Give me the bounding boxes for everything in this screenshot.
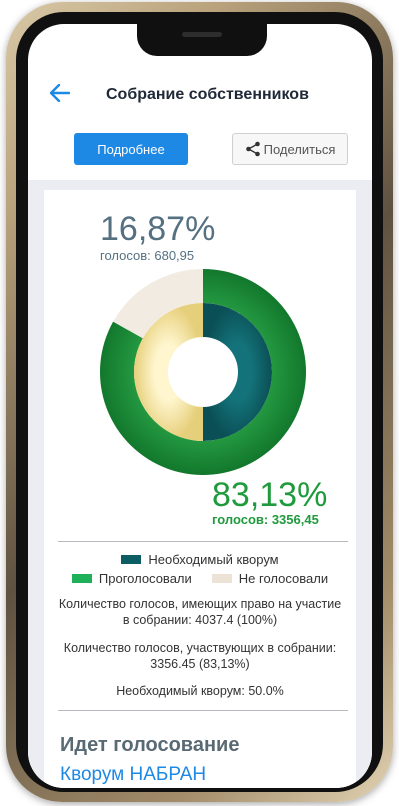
app-screen: Собрание собственников Подробнее Поделит…	[28, 24, 372, 788]
share-icon	[245, 141, 260, 157]
voted-votes: голосов: 3356,45	[212, 512, 319, 527]
legend-item-quorum: Необходимый кворум	[121, 552, 279, 567]
speaker-grille	[182, 32, 222, 37]
legend-label-voted: Проголосовали	[98, 571, 192, 586]
legend-label-quorum: Необходимый кворум	[148, 552, 279, 567]
content-area: 16,87% голосов: 680,95 83,13% голосов: 3…	[28, 180, 372, 788]
legend-row-2: Проголосовали Не голосовали	[44, 571, 356, 586]
divider-bottom	[58, 710, 348, 711]
share-button-label: Поделиться	[263, 141, 336, 157]
phone-notch	[137, 24, 267, 56]
details-button[interactable]: Подробнее	[74, 133, 188, 165]
divider-top	[58, 541, 348, 542]
results-card: 16,87% голосов: 680,95 83,13% голосов: 3…	[44, 190, 356, 788]
quorum-status: Кворум НАБРАН	[60, 764, 207, 785]
legend-label-not-voted: Не голосовали	[238, 571, 329, 586]
legend-item-voted: Проголосовали	[71, 571, 192, 586]
legend-swatch-quorum	[121, 555, 142, 564]
app-bar: Собрание собственников	[28, 62, 372, 121]
participating-votes-text: Количество голосов, участвующих в собран…	[63, 641, 337, 671]
voting-status: Идет голосование	[60, 734, 240, 756]
not-voted-votes: голосов: 680,95	[100, 248, 195, 263]
share-button[interactable]: Поделиться	[232, 133, 348, 165]
back-arrow-icon[interactable]	[50, 84, 70, 102]
votes-donut-chart	[99, 269, 306, 475]
not-voted-percent: 16,87%	[100, 210, 216, 248]
legend-row-1: Необходимый кворум	[44, 552, 356, 567]
legend-item-not-voted: Не голосовали	[211, 571, 329, 586]
page-title: Собрание собственников	[106, 86, 309, 103]
voted-percent: 83,13%	[212, 476, 328, 514]
legend-swatch-voted	[71, 574, 92, 583]
action-bar: Подробнее Поделиться	[28, 120, 372, 180]
required-quorum-text: Необходимый кворум: 50.0%	[116, 684, 284, 698]
legend-swatch-not-voted	[211, 574, 232, 583]
eligible-votes-text: Количество голосов, имеющих право на уча…	[58, 597, 342, 627]
